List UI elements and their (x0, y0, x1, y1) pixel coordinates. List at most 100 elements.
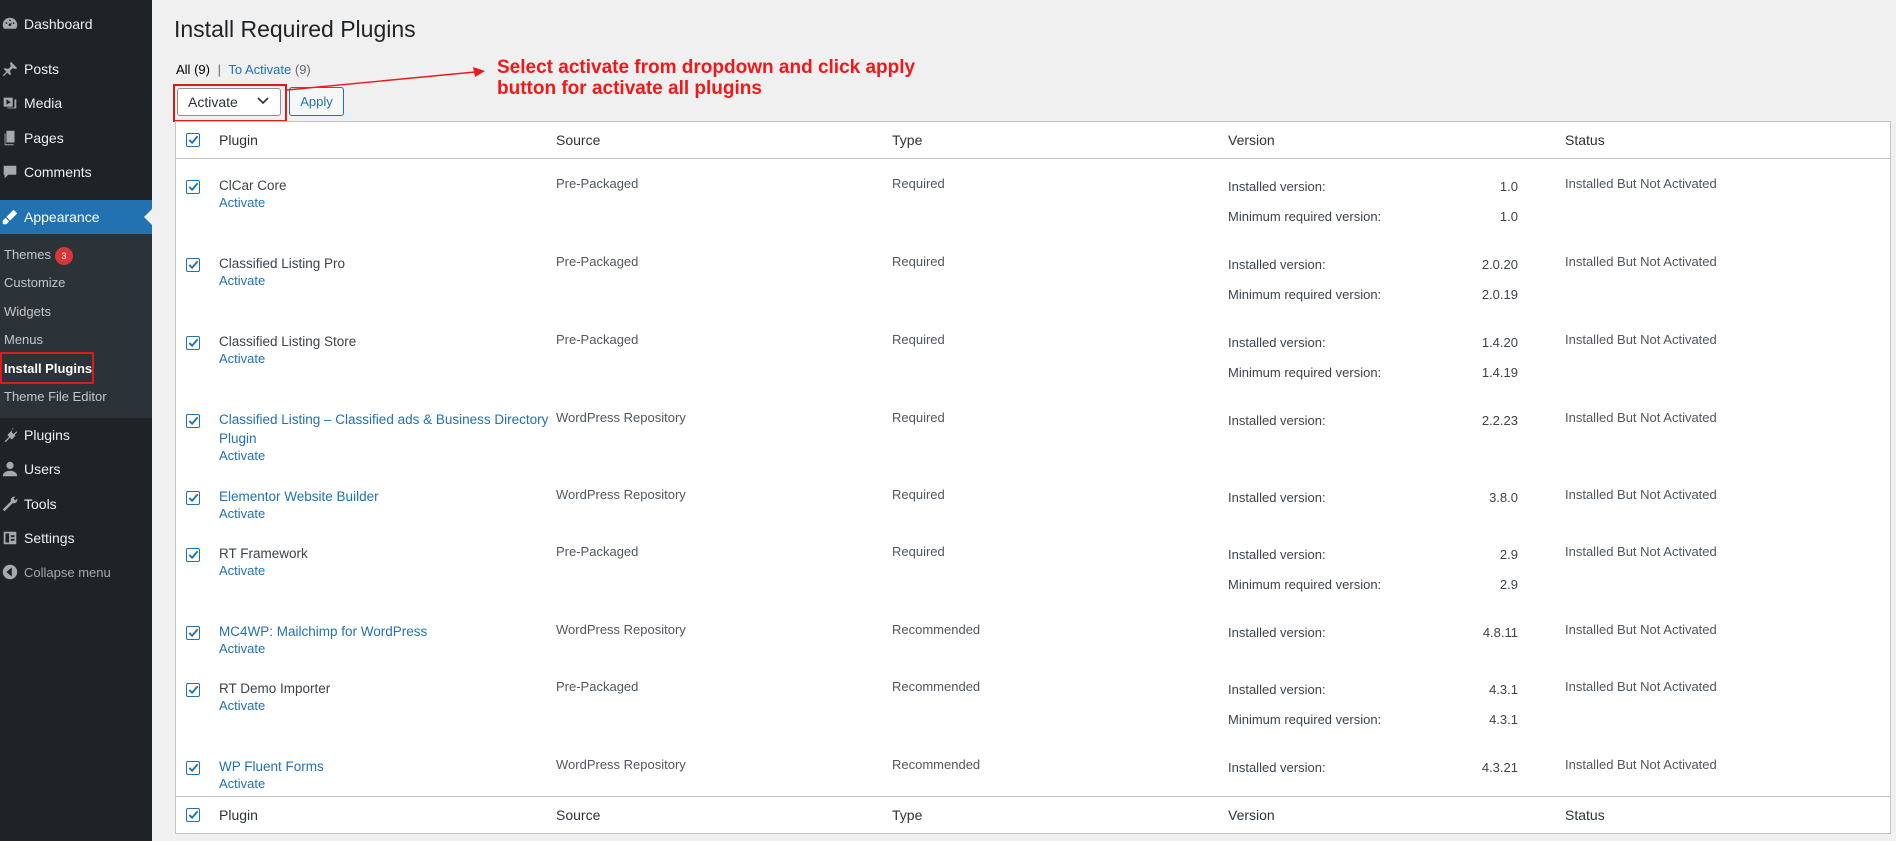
activate-link[interactable]: Activate (219, 195, 265, 210)
minimum-version-label: Minimum required version: (1228, 365, 1382, 380)
plugin-name[interactable]: WP Fluent Forms (219, 757, 324, 776)
sidebar-item-pages[interactable]: Pages (0, 121, 152, 155)
submenu-item-menus[interactable]: Menus (4, 330, 43, 350)
sidebar-item-appearance[interactable]: Appearance (0, 200, 152, 234)
filter-all[interactable]: All (9) (176, 62, 210, 77)
plugin-type: Required (892, 254, 945, 269)
sidebar-item-label: Users (24, 461, 61, 477)
checkmark-icon (188, 260, 199, 270)
activate-link[interactable]: Activate (219, 641, 265, 656)
column-footer-type[interactable]: Type (892, 807, 922, 823)
column-footer-plugin[interactable]: Plugin (219, 807, 258, 823)
row-checkbox[interactable] (186, 683, 200, 697)
column-footer-source[interactable]: Source (556, 807, 600, 823)
submenu-item-theme-file-editor[interactable]: Theme File Editor (4, 387, 107, 407)
installed-version-label: Installed version: (1228, 257, 1326, 272)
collapse-menu-button[interactable]: Collapse menu (0, 555, 152, 589)
activate-link[interactable]: Activate (219, 351, 265, 366)
row-checkbox[interactable] (186, 626, 200, 640)
sidebar-item-posts[interactable]: Posts (0, 52, 152, 86)
row-checkbox[interactable] (186, 761, 200, 775)
plugin-name[interactable]: MC4WP: Mailchimp for WordPress (219, 622, 427, 641)
column-header-plugin[interactable]: Plugin (219, 132, 258, 148)
sidebar-item-settings[interactable]: Settings (0, 521, 152, 555)
appearance-submenu: Themes 3 Customize Widgets Menus Install … (0, 234, 152, 418)
row-checkbox[interactable] (186, 548, 200, 562)
installed-version-label: Installed version: (1228, 335, 1326, 350)
sidebar-item-label: Pages (24, 130, 64, 146)
plugin-type: Required (892, 332, 945, 347)
plugin-type: Required (892, 410, 945, 425)
sidebar-item-label: Comments (24, 164, 92, 180)
submenu-item-themes[interactable]: Themes 3 (4, 245, 73, 265)
submenu-item-widgets[interactable]: Widgets (4, 302, 51, 322)
activate-link[interactable]: Activate (219, 506, 265, 521)
sidebar-item-label: Plugins (24, 427, 70, 443)
submenu-item-customize[interactable]: Customize (4, 273, 65, 293)
activate-link[interactable]: Activate (219, 273, 265, 288)
column-header-source[interactable]: Source (556, 132, 600, 148)
plugin-status: Installed But Not Activated (1565, 622, 1717, 637)
admin-sidebar: Dashboard Posts Media Pages Comments App… (0, 0, 152, 841)
plugin-source: Pre-Packaged (556, 679, 639, 694)
row-checkbox[interactable] (186, 336, 200, 350)
comments-icon (0, 163, 24, 181)
filter-to-activate[interactable]: To Activate (228, 62, 291, 77)
select-all-checkbox[interactable] (186, 133, 200, 147)
sidebar-item-comments[interactable]: Comments (0, 155, 152, 189)
sidebar-item-label: Settings (24, 530, 75, 546)
plugin-name: ClCar Core (219, 176, 287, 195)
column-header-status[interactable]: Status (1565, 132, 1605, 148)
plugin-source: WordPress Repository (556, 487, 686, 502)
row-checkbox[interactable] (186, 491, 200, 505)
pin-icon (0, 60, 24, 78)
sidebar-item-media[interactable]: Media (0, 86, 152, 120)
column-footer-version[interactable]: Version (1228, 807, 1275, 823)
current-menu-arrow (144, 209, 152, 225)
activate-link[interactable]: Activate (219, 776, 265, 791)
plugin-status: Installed But Not Activated (1565, 410, 1717, 425)
filter-all-count: (9) (194, 62, 210, 77)
sidebar-item-tools[interactable]: Tools (0, 487, 152, 521)
plugin-source: WordPress Repository (556, 757, 686, 772)
bulk-action-select[interactable]: Activate (177, 88, 281, 116)
filter-to-activate-label: To Activate (228, 62, 292, 77)
plugin-status: Installed But Not Activated (1565, 176, 1717, 191)
plugin-name-line: RT Framework (219, 546, 308, 561)
media-icon (0, 94, 24, 112)
activate-link[interactable]: Activate (219, 448, 265, 463)
checkmark-icon (188, 763, 199, 773)
activate-link[interactable]: Activate (219, 563, 265, 578)
row-checkbox[interactable] (186, 258, 200, 272)
highlight-box (0, 352, 94, 384)
submenu-item-label: Menus (4, 332, 44, 347)
checkmark-icon (188, 493, 199, 503)
column-footer-status[interactable]: Status (1565, 807, 1605, 823)
page-title: Install Required Plugins (174, 16, 416, 42)
sidebar-item-plugins[interactable]: Plugins (0, 418, 152, 452)
plugin-name-line: Classified Listing Store (219, 334, 357, 349)
installed-version-label: Installed version: (1228, 413, 1326, 428)
sidebar-item-users[interactable]: Users (0, 452, 152, 486)
installed-version-label: Installed version: (1228, 490, 1326, 505)
row-checkbox[interactable] (186, 414, 200, 428)
checkmark-icon (188, 182, 199, 192)
plugin-name-line: Classified Listing – Classified ads & Bu… (219, 412, 549, 427)
column-header-type[interactable]: Type (892, 132, 922, 148)
sidebar-item-dashboard[interactable]: Dashboard (0, 7, 152, 41)
checkmark-icon (188, 628, 199, 638)
plugin-name[interactable]: Elementor Website Builder (219, 487, 379, 506)
row-checkbox[interactable] (186, 180, 200, 194)
plugins-table: Plugin Source Type Version Status ClCar … (175, 121, 1891, 834)
activate-link[interactable]: Activate (219, 698, 265, 713)
plugin-name: Classified Listing Store (219, 332, 356, 351)
update-count-badge: 3 (54, 246, 73, 265)
bulk-action-value: Activate (188, 94, 238, 110)
checkmark-icon (188, 810, 199, 820)
plugin-name-line: Elementor Website Builder (219, 489, 379, 504)
plugin-status: Installed But Not Activated (1565, 332, 1717, 347)
plugin-name[interactable]: Classified Listing – Classified ads & Bu… (219, 410, 548, 448)
select-all-checkbox[interactable] (186, 808, 200, 822)
annotation-line: button for activate all plugins (497, 78, 762, 99)
column-header-version[interactable]: Version (1228, 132, 1275, 148)
